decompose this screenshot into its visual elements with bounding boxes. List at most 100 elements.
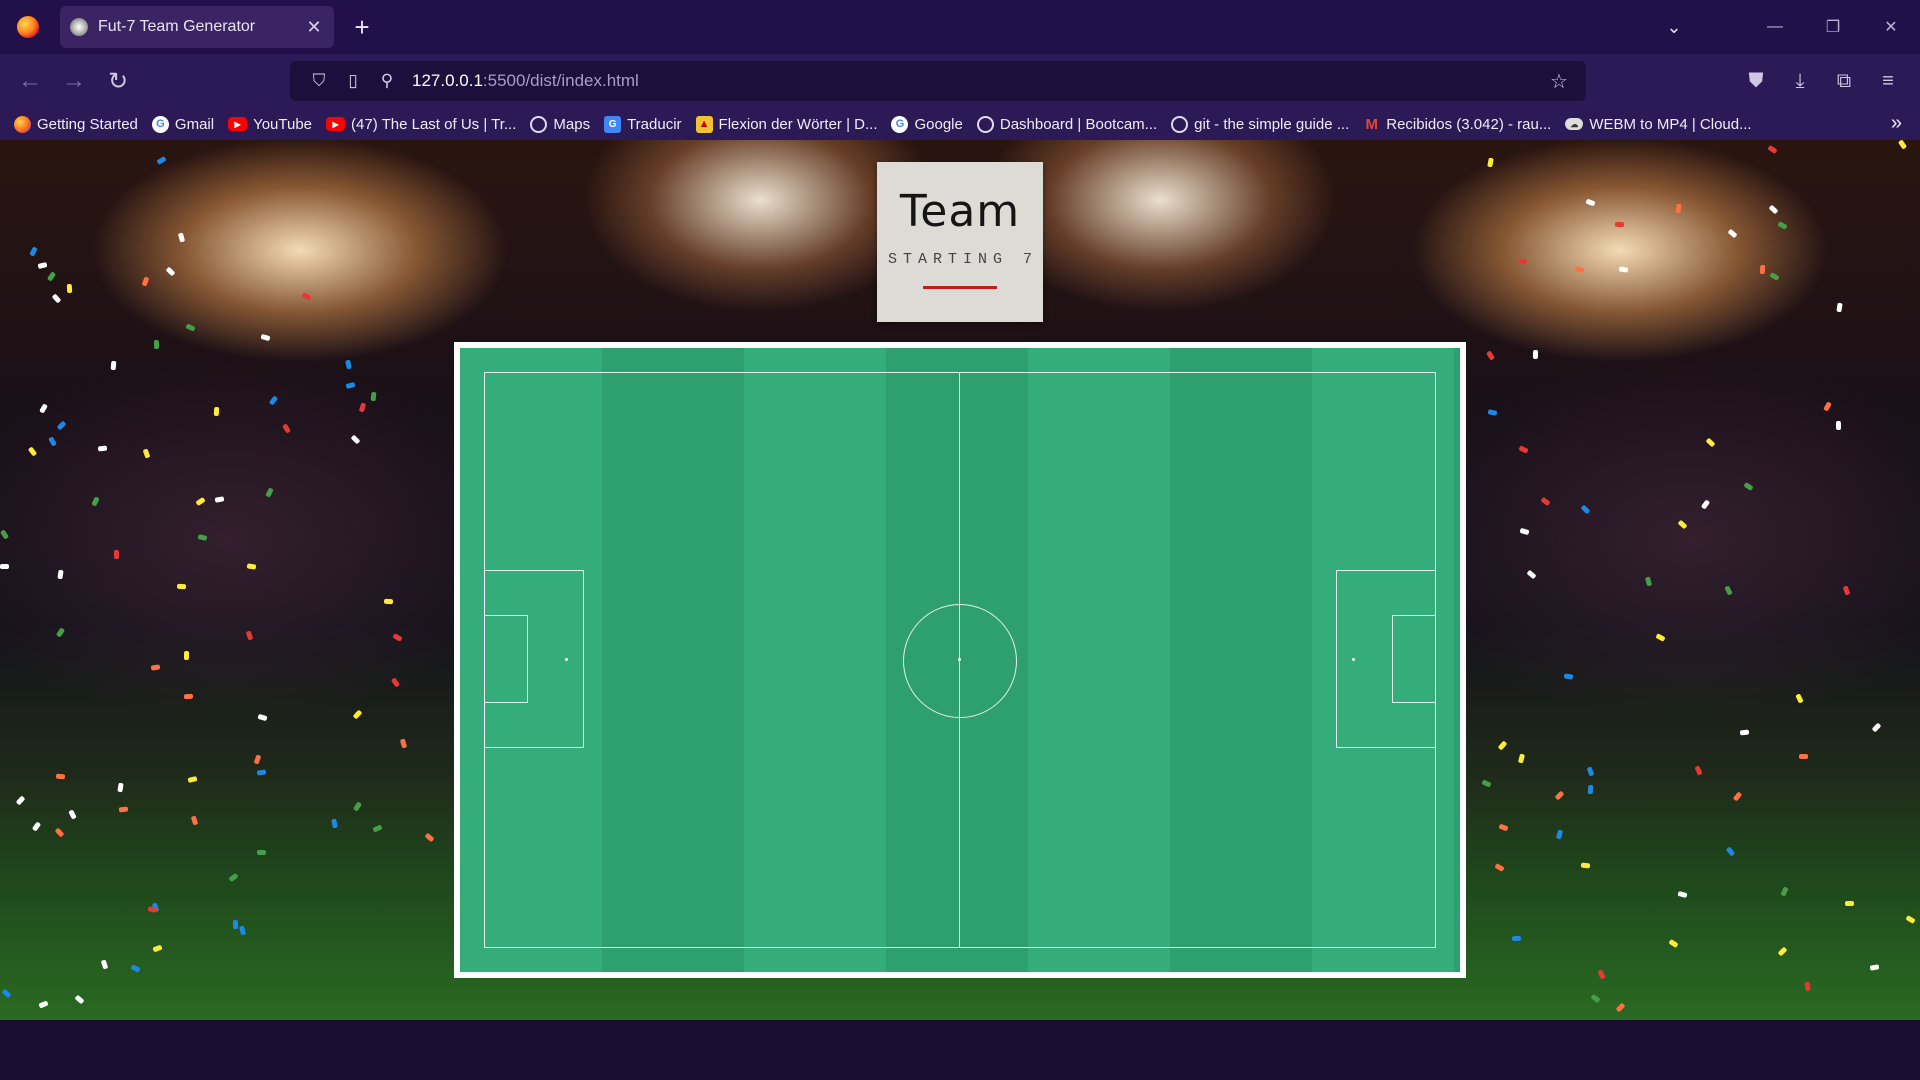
hamburger-menu-icon[interactable]: ≡ xyxy=(1866,59,1910,103)
confetti-piece xyxy=(1586,765,1594,777)
confetti-piece xyxy=(156,156,167,166)
confetti-piece xyxy=(1590,994,1601,1004)
tab-close-icon[interactable]: ✕ xyxy=(304,17,324,38)
bookmark-star-icon[interactable]: ☆ xyxy=(1544,69,1574,94)
bookmark-label: Recibidos (3.042) - rau... xyxy=(1386,115,1552,133)
confetti-piece xyxy=(1705,437,1716,448)
confetti-piece xyxy=(195,496,206,506)
bookmark-item[interactable]: G Gmail xyxy=(151,115,214,133)
confetti-piece xyxy=(29,246,38,257)
confetti-piece xyxy=(1871,722,1882,733)
bookmark-item[interactable]: G Traducir xyxy=(604,115,682,133)
confetti-piece xyxy=(1519,528,1530,536)
url-text[interactable]: 127.0.0.1:5500/dist/index.html xyxy=(412,71,1544,91)
google-icon: G xyxy=(151,115,169,133)
confetti-piece xyxy=(91,496,101,507)
close-window-icon[interactable]: ✕ xyxy=(1862,0,1920,54)
confetti-piece xyxy=(1769,272,1780,281)
right-penalty-spot xyxy=(1352,658,1355,661)
confetti-piece xyxy=(38,1000,49,1009)
download-icon[interactable]: ⤓ xyxy=(1778,59,1822,103)
confetti-piece xyxy=(1835,420,1842,430)
google-icon: G xyxy=(891,115,909,133)
confetti-piece xyxy=(1587,784,1594,794)
confetti-piece xyxy=(1677,519,1688,530)
minimize-icon[interactable]: — xyxy=(1746,0,1804,54)
confetti-piece xyxy=(183,650,190,660)
restore-icon[interactable]: ❐ xyxy=(1804,0,1862,54)
list-all-tabs-icon[interactable]: ⌄ xyxy=(1654,17,1694,38)
bookmark-label: Maps xyxy=(553,115,591,133)
globe-icon xyxy=(976,115,994,133)
confetti-piece xyxy=(54,827,65,838)
confetti-piece xyxy=(1518,445,1529,454)
confetti-piece xyxy=(100,959,109,970)
football-pitch[interactable] xyxy=(460,348,1460,972)
confetti-piece xyxy=(331,818,339,829)
stadium-background: Team STARTING 7 xyxy=(0,140,1920,1020)
confetti-piece xyxy=(1580,504,1591,515)
confetti-piece xyxy=(371,392,377,402)
bookmark-item[interactable]: Getting Started xyxy=(14,115,138,133)
confetti-piece xyxy=(1799,753,1809,759)
tab-active[interactable]: Fut-7 Team Generator ✕ xyxy=(60,6,334,48)
left-goal-area xyxy=(484,615,528,703)
confetti-piece xyxy=(56,627,66,639)
confetti-piece xyxy=(1574,265,1585,273)
pitch-frame xyxy=(454,342,1466,978)
more-bookmarks-icon[interactable]: » xyxy=(1891,112,1902,135)
confetti-piece xyxy=(1540,496,1551,506)
confetti-piece xyxy=(67,283,73,293)
youtube-icon: ▶ xyxy=(326,117,346,131)
confetti-piece xyxy=(1905,915,1916,925)
confetti-piece xyxy=(1677,890,1688,898)
permissions-icon[interactable]: ⚲ xyxy=(370,71,404,91)
confetti-piece xyxy=(1497,740,1508,751)
bookmark-item[interactable]: git - the simple guide ... xyxy=(1171,115,1349,133)
confetti-piece xyxy=(1724,585,1733,597)
bookmark-item[interactable]: Maps xyxy=(530,115,591,133)
center-spot xyxy=(958,658,961,661)
confetti-piece xyxy=(1488,408,1498,416)
confetti-piece xyxy=(150,663,160,671)
bookmark-item[interactable]: M Recibidos (3.042) - rau... xyxy=(1363,115,1552,133)
back-icon[interactable]: ← xyxy=(8,59,52,103)
confetti-piece xyxy=(152,944,163,953)
confetti-piece xyxy=(38,402,48,414)
pocket-icon[interactable]: ⛊ xyxy=(1734,59,1778,103)
confetti-piece xyxy=(1511,935,1521,941)
bookmark-item[interactable]: ▶ YouTube xyxy=(228,116,312,133)
confetti-piece xyxy=(344,359,352,370)
extensions-icon[interactable]: ⧉ xyxy=(1822,59,1866,103)
firefox-menu-icon[interactable] xyxy=(0,0,56,54)
title-underline xyxy=(923,286,997,289)
bookmark-item[interactable]: ☁ WEBM to MP4 | Cloud... xyxy=(1565,116,1752,133)
bookmarks-bar: Getting Started G Gmail ▶ YouTube ▶ (47) Th… xyxy=(0,108,1920,140)
confetti-piece xyxy=(384,598,394,605)
bookmark-item[interactable]: ▶ (47) The Last of Us | Tr... xyxy=(326,116,516,133)
confetti-piece xyxy=(352,709,363,720)
confetti-piece xyxy=(187,775,198,783)
reload-icon[interactable]: ↻ xyxy=(96,59,140,103)
confetti-piece xyxy=(27,446,38,458)
confetti-piece xyxy=(1732,791,1743,802)
shield-icon[interactable]: ⛉ xyxy=(302,71,336,91)
globe-icon xyxy=(530,115,548,133)
confetti-piece xyxy=(1494,862,1505,872)
bookmark-item[interactable]: G Google xyxy=(891,115,963,133)
bookmark-item[interactable]: ▲ Flexion der Wörter | D... xyxy=(695,115,877,133)
tab-bar: Fut-7 Team Generator ✕ + ⌄ — ❐ ✕ xyxy=(0,0,1920,54)
bookmark-item[interactable]: Dashboard | Bootcam... xyxy=(976,115,1157,133)
page-icon[interactable]: ▯ xyxy=(336,71,370,91)
confetti-piece xyxy=(1554,790,1565,801)
confetti-piece xyxy=(1580,862,1591,869)
confetti-piece xyxy=(1777,221,1788,230)
forward-icon[interactable]: → xyxy=(52,59,96,103)
confetti-piece xyxy=(1597,969,1607,980)
confetti-piece xyxy=(1795,693,1805,704)
soccer-ball-icon xyxy=(70,18,88,36)
new-tab-button[interactable]: + xyxy=(342,7,382,47)
address-bar[interactable]: ⛉ ▯ ⚲ 127.0.0.1:5500/dist/index.html ☆ xyxy=(290,61,1586,101)
confetti-piece xyxy=(1768,204,1779,214)
confetti-piece xyxy=(358,401,367,413)
